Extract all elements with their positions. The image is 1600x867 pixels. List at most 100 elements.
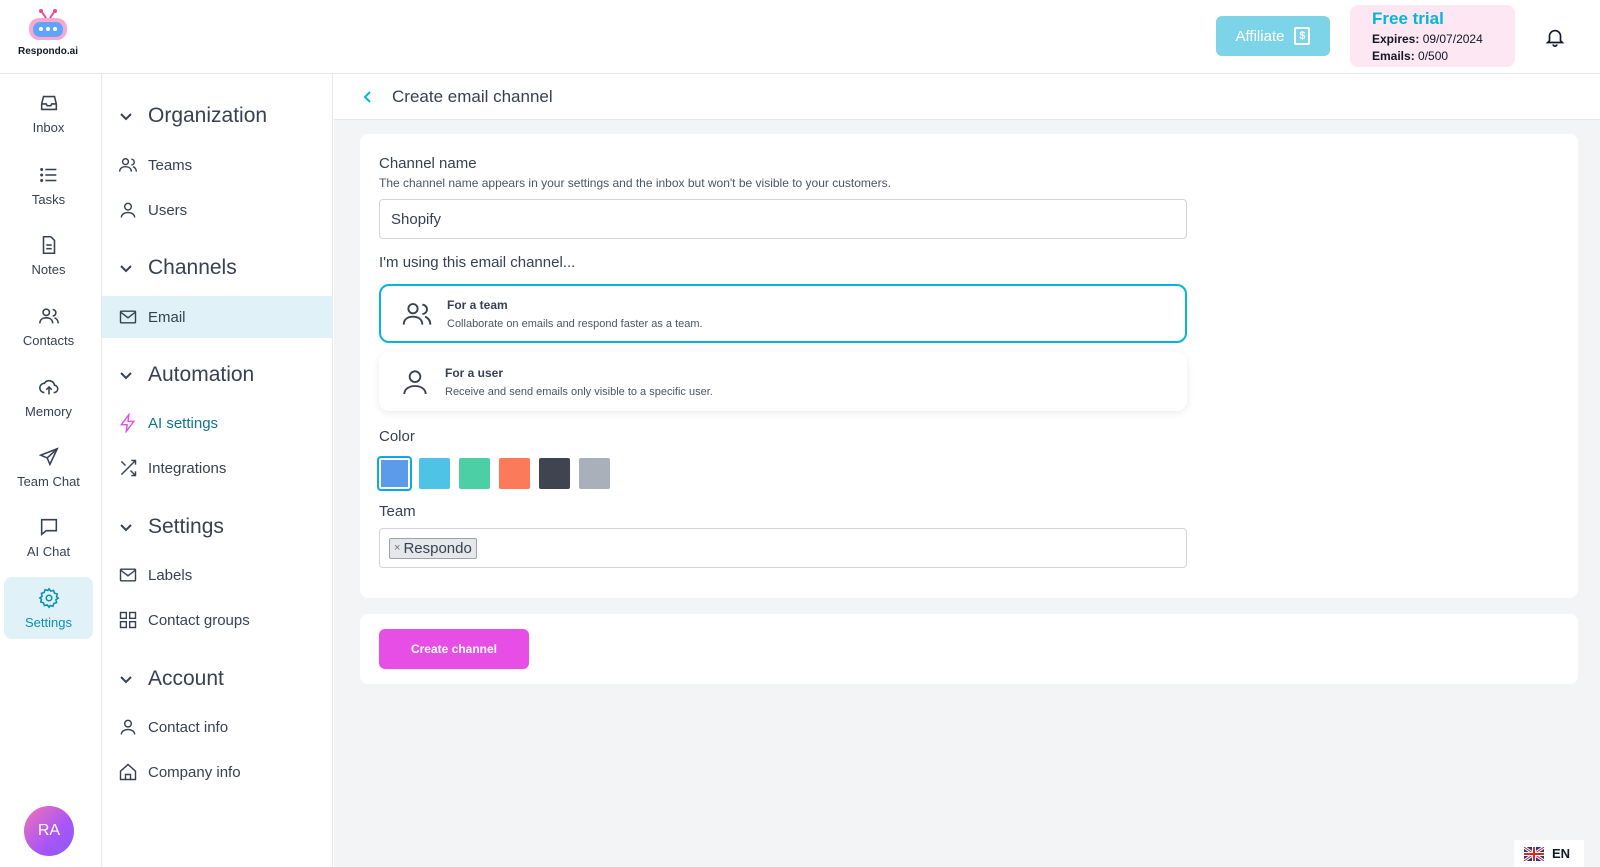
- remove-tag-icon[interactable]: ×: [394, 542, 400, 554]
- settings-sidebar: Organization Teams Users Channels Email …: [102, 74, 333, 867]
- page-header: Create email channel: [334, 74, 1600, 120]
- team-tag: × Respondo: [389, 537, 477, 559]
- user-icon: [403, 369, 427, 394]
- dollar-icon: $: [1294, 27, 1311, 45]
- send-icon: [38, 446, 59, 466]
- option-for-a-team[interactable]: For a team Collaborate on emails and res…: [379, 284, 1187, 343]
- cloud-upload-icon: [38, 379, 58, 394]
- sidebar-item-teams[interactable]: Teams: [102, 144, 333, 186]
- bell-icon[interactable]: [1544, 26, 1566, 48]
- rail-item-contacts[interactable]: Contacts: [4, 295, 93, 357]
- sidebar-item-company-info[interactable]: Company info: [102, 751, 333, 793]
- rail-label: Inbox: [32, 119, 65, 135]
- sidebar-item-labels[interactable]: Labels: [102, 554, 333, 596]
- color-swatch-gray[interactable]: [579, 458, 610, 489]
- user-icon: [120, 202, 136, 218]
- list-icon: [39, 167, 56, 182]
- page-title: Create email channel: [392, 86, 553, 106]
- document-icon: [42, 235, 55, 254]
- robot-logo-icon: [29, 9, 67, 40]
- team-select[interactable]: × Respondo: [379, 528, 1187, 568]
- rail-label: Team Chat: [17, 473, 80, 489]
- logo[interactable]: Respondo.ai: [14, 8, 82, 64]
- user-icon: [120, 719, 136, 735]
- rail-label: Settings: [25, 614, 72, 630]
- option-title: For a team: [447, 297, 508, 312]
- users-icon: [38, 307, 59, 323]
- affiliate-label: Affiliate: [1235, 27, 1285, 45]
- option-for-a-user[interactable]: For a user Receive and send emails only …: [379, 352, 1187, 411]
- grid-icon: [119, 611, 137, 629]
- rail-item-inbox[interactable]: Inbox: [4, 82, 93, 144]
- color-swatch-orange[interactable]: [499, 458, 530, 489]
- usage-label: I'm using this email channel...: [379, 254, 576, 271]
- language-switcher[interactable]: EN: [1514, 840, 1584, 867]
- option-desc: Receive and send emails only visible to …: [445, 385, 713, 398]
- gear-icon: [38, 587, 59, 608]
- option-desc: Collaborate on emails and respond faster…: [447, 317, 703, 330]
- trial-emails: Emails: 0/500: [1372, 49, 1449, 63]
- color-picker: [377, 456, 610, 491]
- chevron-down-icon: [120, 676, 132, 684]
- language-code: EN: [1552, 846, 1571, 861]
- rail-item-memory[interactable]: Memory: [4, 366, 93, 428]
- channel-name-help: The channel name appears in your setting…: [379, 176, 891, 190]
- chevron-down-icon: [120, 265, 132, 273]
- rail-label: Contacts: [22, 332, 75, 348]
- section-settings[interactable]: Settings: [118, 515, 224, 539]
- rail-item-notes[interactable]: Notes: [4, 224, 93, 286]
- trial-title: Free trial: [1372, 9, 1444, 28]
- channel-form-card: Channel name The channel name appears in…: [360, 134, 1578, 598]
- rail-label: Memory: [25, 403, 72, 419]
- sidebar-item-email[interactable]: Email: [102, 296, 333, 338]
- shuffle-icon: [120, 459, 137, 477]
- channel-name-input[interactable]: Shopify: [379, 199, 1187, 239]
- chevron-left-icon[interactable]: [360, 89, 376, 105]
- chevron-down-icon: [120, 524, 132, 532]
- avatar[interactable]: RA: [24, 806, 74, 856]
- color-swatch-dark[interactable]: [539, 458, 570, 489]
- uk-flag-icon: [1524, 846, 1544, 861]
- rail-item-ai-chat[interactable]: AI Chat: [4, 506, 93, 568]
- team-label: Team: [379, 503, 416, 520]
- chevron-down-icon: [120, 372, 132, 380]
- users-icon: [402, 302, 432, 325]
- action-card: Create channel: [360, 614, 1578, 684]
- rail-item-team-chat[interactable]: Team Chat: [4, 436, 93, 498]
- section-automation[interactable]: Automation: [118, 363, 254, 387]
- chevron-down-icon: [120, 113, 132, 121]
- main-content: Create email channel Channel name The ch…: [334, 74, 1600, 867]
- create-channel-button[interactable]: Create channel: [379, 629, 529, 669]
- lightning-icon: [119, 413, 136, 433]
- rail-label: AI Chat: [26, 543, 71, 559]
- section-channels[interactable]: Channels: [118, 256, 237, 280]
- rail-label: Tasks: [31, 191, 66, 207]
- affiliate-button[interactable]: Affiliate $: [1216, 16, 1330, 56]
- section-account[interactable]: Account: [118, 667, 224, 691]
- color-swatch-blue[interactable]: [377, 456, 412, 491]
- rail-label: Notes: [31, 261, 66, 277]
- mail-icon: [119, 568, 137, 582]
- color-swatch-green[interactable]: [459, 458, 490, 489]
- home-icon: [119, 763, 137, 781]
- color-swatch-cyan[interactable]: [419, 458, 450, 489]
- sidebar-item-integrations[interactable]: Integrations: [102, 447, 333, 489]
- section-organization[interactable]: Organization: [118, 104, 267, 128]
- top-bar: Respondo.ai Affiliate $ Free trial Expir…: [0, 0, 1600, 74]
- sidebar-item-users[interactable]: Users: [102, 189, 333, 231]
- rail-item-tasks[interactable]: Tasks: [4, 154, 93, 216]
- channel-name-label: Channel name: [379, 155, 477, 172]
- mail-icon: [119, 310, 137, 324]
- brand-name: Respondo.ai: [17, 46, 78, 57]
- users-icon: [118, 158, 138, 172]
- sidebar-item-ai-settings[interactable]: AI settings: [102, 402, 333, 444]
- sidebar-item-contact-groups[interactable]: Contact groups: [102, 599, 333, 641]
- chat-icon: [40, 518, 57, 536]
- trial-expires: Expires: 09/07/2024: [1372, 32, 1483, 46]
- inbox-icon: [40, 95, 57, 110]
- icon-rail: Inbox Tasks Notes Contacts Memory Team C…: [0, 74, 102, 867]
- sidebar-item-contact-info[interactable]: Contact info: [102, 706, 333, 748]
- color-label: Color: [379, 428, 415, 445]
- free-trial-badge: Free trial Expires: 09/07/2024 Emails: 0…: [1350, 5, 1515, 67]
- rail-item-settings[interactable]: Settings: [4, 577, 93, 639]
